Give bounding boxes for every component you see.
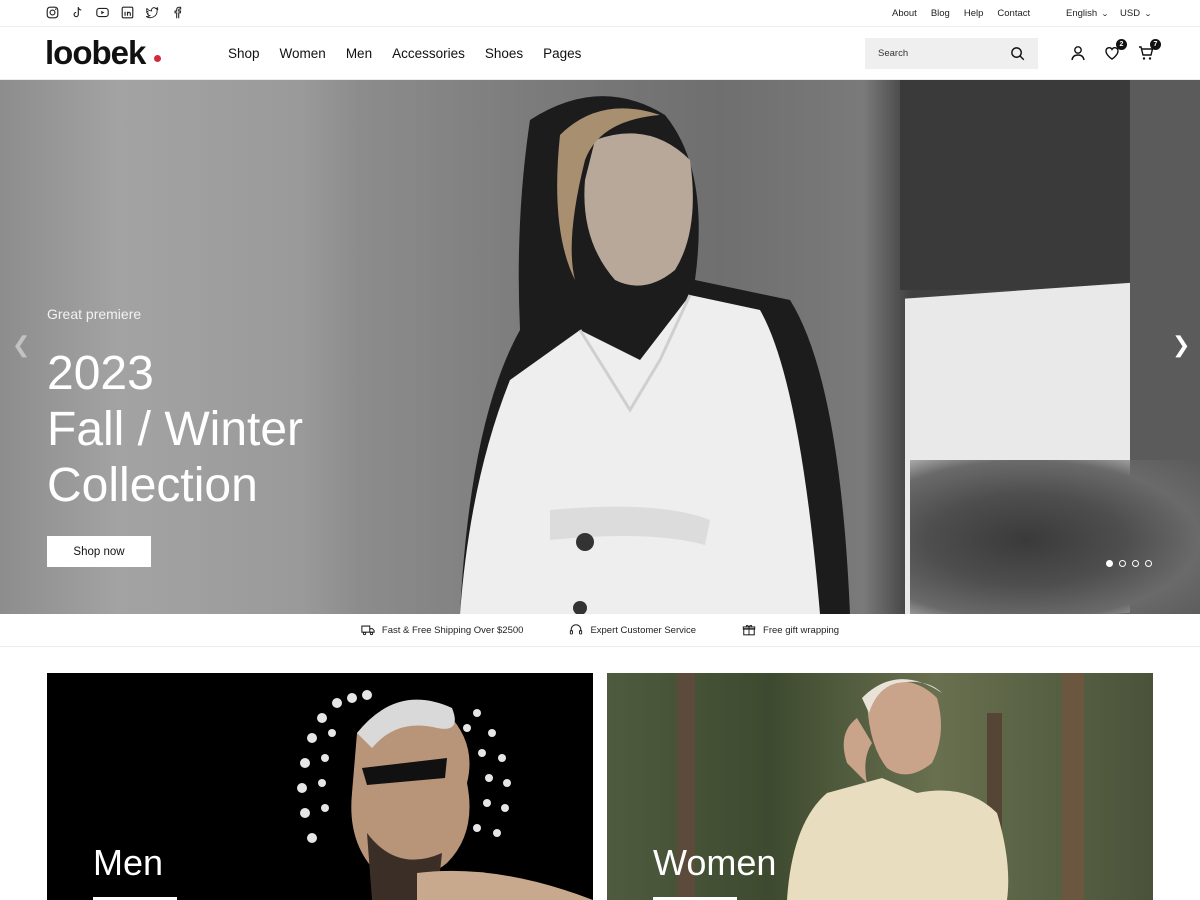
main-header: loobek Shop Women Men Accessories Shoes …	[0, 27, 1200, 80]
slide-dot[interactable]	[1132, 560, 1139, 567]
slide-dot[interactable]	[1145, 560, 1152, 567]
nav-item-shop[interactable]: Shop	[228, 46, 260, 61]
currency-value: USD	[1120, 8, 1141, 19]
category-card-women[interactable]: Women	[607, 673, 1153, 900]
features-strip: Fast & Free Shipping Over $2500 Expert C…	[0, 614, 1200, 647]
user-icon	[1071, 46, 1085, 61]
wishlist-button[interactable]: 2	[1104, 39, 1127, 66]
feature-text: Fast & Free Shipping Over $2500	[381, 624, 524, 636]
language-select[interactable]: English ⌄	[1066, 8, 1110, 19]
search-icon[interactable]	[1010, 46, 1025, 61]
category-title-men: Men	[93, 842, 164, 883]
slide-dot[interactable]	[1106, 560, 1113, 567]
youtube-icon[interactable]	[96, 6, 109, 19]
currency-select[interactable]: USD ⌄	[1120, 8, 1153, 19]
hero-slider: Great premiere 2023 Fall / Winter Collec…	[0, 80, 1200, 614]
hero-background-shape	[900, 80, 1130, 290]
twitter-icon[interactable]	[146, 6, 159, 19]
feature-service: Expert Customer Service	[569, 624, 696, 636]
wishlist-count-badge: 2	[1116, 39, 1127, 50]
locale-selectors: English ⌄ USD ⌄	[1066, 8, 1153, 19]
linkedin-icon[interactable]	[121, 6, 134, 19]
logo[interactable]: loobek	[45, 34, 146, 72]
category-title-women: Women	[653, 842, 777, 883]
search-box	[865, 38, 1038, 69]
instagram-icon[interactable]	[46, 6, 59, 19]
hero-subtitle: Great premiere	[47, 306, 142, 322]
social-links	[46, 6, 184, 19]
top-bar: About Blog Help Contact English ⌄ USD ⌄	[0, 0, 1200, 27]
search-input[interactable]	[865, 38, 1005, 69]
cart-count-badge: 7	[1150, 39, 1161, 50]
shop-now-button[interactable]: Shop now	[47, 536, 151, 567]
top-links: About Blog Help Contact	[892, 8, 1030, 19]
cart-button[interactable]: 7	[1138, 39, 1161, 66]
men-category-image	[297, 690, 593, 900]
prev-slide-icon[interactable]: ❮	[12, 332, 30, 358]
nav-item-accessories[interactable]: Accessories	[392, 46, 465, 61]
nav-item-pages[interactable]: Pages	[543, 46, 581, 61]
truck-icon	[361, 625, 375, 636]
headset-icon	[570, 624, 583, 635]
contact-link[interactable]: Contact	[997, 8, 1030, 19]
language-value: English	[1066, 8, 1098, 19]
hero-title-line: Fall / Winter	[47, 403, 304, 456]
next-slide-icon[interactable]: ❯	[1172, 332, 1190, 358]
chevron-down-icon: ⌄	[1143, 10, 1153, 18]
main-nav: Shop Women Men Accessories Shoes Pages	[228, 46, 581, 61]
feature-text: Free gift wrapping	[763, 624, 840, 636]
hero-model-image	[460, 96, 850, 614]
nav-item-women[interactable]: Women	[280, 46, 326, 61]
chevron-down-icon: ⌄	[1100, 10, 1110, 18]
tiktok-icon[interactable]	[71, 6, 84, 19]
account-button[interactable]	[1070, 45, 1086, 66]
hero-title-line: Collection	[47, 459, 258, 512]
help-link[interactable]: Help	[964, 8, 984, 19]
slider-dots	[1106, 560, 1152, 567]
category-card-men[interactable]: Men	[47, 673, 593, 900]
feature-gift: Free gift wrapping	[742, 624, 839, 636]
blog-link[interactable]: Blog	[931, 8, 950, 19]
nav-item-shoes[interactable]: Shoes	[485, 46, 523, 61]
about-link[interactable]: About	[892, 8, 917, 19]
feature-shipping: Fast & Free Shipping Over $2500	[361, 624, 524, 636]
hero-foliage	[910, 460, 1200, 614]
gift-icon	[742, 624, 756, 636]
hero-title-line: 2023	[47, 347, 154, 400]
slide-dot[interactable]	[1119, 560, 1126, 567]
logo-dot	[154, 55, 161, 62]
feature-text: Expert Customer Service	[590, 624, 697, 636]
hero-title: 2023 Fall / Winter Collection	[47, 346, 407, 514]
facebook-icon[interactable]	[171, 6, 184, 19]
nav-item-men[interactable]: Men	[346, 46, 372, 61]
